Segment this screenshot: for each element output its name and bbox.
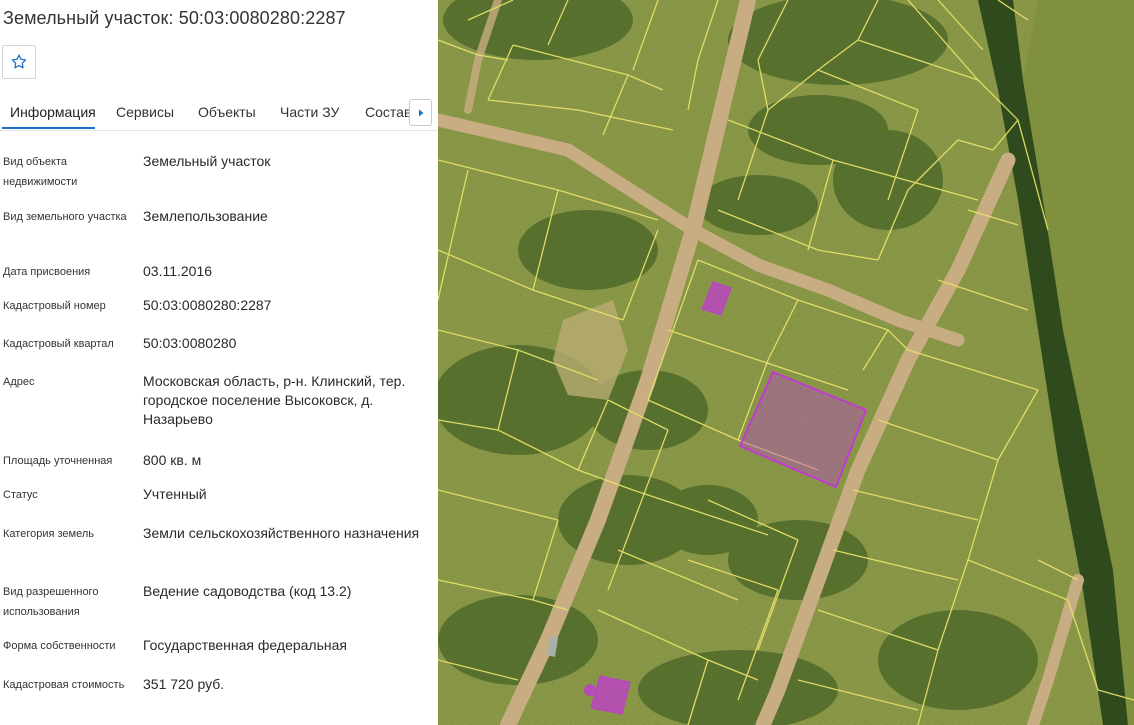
tab-services[interactable]: Сервисы xyxy=(116,104,174,120)
field-value-cadastral-quarter: 50:03:0080280 xyxy=(143,335,237,351)
field-value-permitted-use: Ведение садоводства (код 13.2) xyxy=(143,583,352,599)
field-value-area: 800 кв. м xyxy=(143,452,202,468)
field-label-parcel-type: Вид земельного участка xyxy=(3,211,127,223)
favorite-button[interactable] xyxy=(2,45,36,79)
field-label-status: Статус xyxy=(3,489,38,501)
field-value-object-type: Земельный участок xyxy=(143,153,271,169)
caret-right-icon xyxy=(418,109,423,116)
field-label-object-type: Вид объекта недвижимости xyxy=(3,156,78,188)
field-value-cadastral-value: 351 720 руб. xyxy=(143,676,225,692)
field-value-address: Московская область, р-н. Клинский, тер. … xyxy=(143,373,406,427)
tab-bar: Информация Сервисы Объекты Части ЗУ Сост… xyxy=(0,96,438,131)
field-value-cadastral-number: 50:03:0080280:2287 xyxy=(143,297,272,313)
field-label-cadastral-quarter: Кадастровый квартал xyxy=(3,338,114,350)
info-panel: Земельный участок: 50:03:0080280:2287 Ин… xyxy=(0,0,438,725)
field-value-parcel-type: Землепользование xyxy=(143,208,268,224)
tab-objects[interactable]: Объекты xyxy=(198,104,256,120)
field-label-address: Адрес xyxy=(3,376,35,388)
field-label-assign-date: Дата присвоения xyxy=(3,266,91,278)
field-value-land-category: Земли сельскохозяйственного назначения xyxy=(143,525,420,541)
star-outline-icon xyxy=(11,54,27,69)
field-label-permitted-use: Вид разрешенного использования xyxy=(3,586,99,618)
field-label-area: Площадь уточненная xyxy=(3,455,113,467)
page-title: Земельный участок: 50:03:0080280:2287 xyxy=(3,8,346,28)
satellite-map[interactable] xyxy=(438,0,1134,725)
tabs-scroll-right-button[interactable] xyxy=(409,99,432,126)
tab-information[interactable]: Информация xyxy=(10,104,96,120)
field-label-land-category: Категория земель xyxy=(3,528,94,540)
map-canvas[interactable] xyxy=(438,0,1134,725)
field-value-status: Учтенный xyxy=(143,486,207,502)
field-label-cadastral-value: Кадастровая стоимость xyxy=(3,679,125,691)
field-label-ownership: Форма собственности xyxy=(3,640,116,652)
parcel-building-south-annex[interactable] xyxy=(584,684,596,696)
field-value-ownership: Государственная федеральная xyxy=(143,637,347,653)
active-tab-indicator xyxy=(2,127,95,129)
field-value-assign-date: 03.11.2016 xyxy=(143,263,213,279)
field-label-cadastral-number: Кадастровый номер xyxy=(3,300,106,312)
tab-parcel-parts[interactable]: Части ЗУ xyxy=(280,104,339,120)
